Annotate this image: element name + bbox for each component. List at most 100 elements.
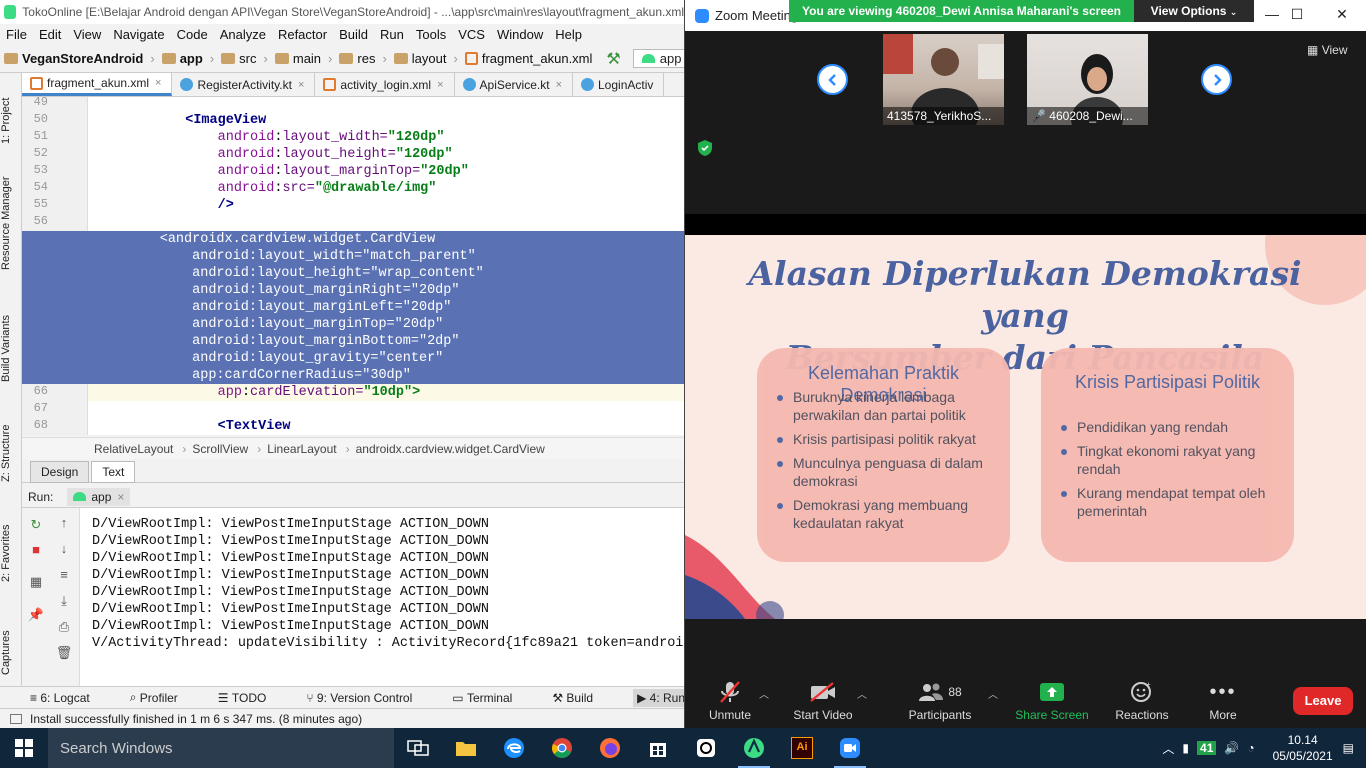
code-line[interactable]: android:layout_marginBottom="2dp" [22, 333, 684, 350]
breadcrumb-src[interactable]: src [217, 51, 260, 66]
trash-icon[interactable]: 🗑 [55, 644, 73, 662]
code-area[interactable]: <ImageView android:layout_width="120dp" … [22, 97, 684, 435]
breadcrumb-main[interactable]: main [271, 51, 325, 66]
close-icon[interactable]: × [298, 79, 304, 91]
code-line[interactable] [88, 214, 684, 231]
menu-refactor[interactable]: Refactor [272, 27, 333, 42]
menu-file[interactable]: File [0, 27, 33, 42]
tool-build-variants[interactable]: Build Variants [0, 308, 22, 388]
tab-design[interactable]: Design [30, 460, 90, 483]
tool-profiler[interactable]: ⌕ Profiler [130, 690, 198, 705]
tab-fragment-akun[interactable]: fragment_akun.xml × [22, 73, 173, 96]
rerun-icon[interactable]: ↻ [27, 516, 45, 534]
tool-project[interactable]: 1: Project [0, 81, 22, 161]
start-button[interactable] [0, 728, 48, 768]
breadcrumb-file[interactable]: fragment_akun.xml [461, 51, 597, 66]
chevron-up-icon[interactable]: ︿ [759, 686, 769, 701]
chevron-up-icon[interactable]: ︿ [857, 686, 867, 701]
breadcrumb-app[interactable]: app [158, 51, 207, 66]
edge-icon[interactable] [490, 728, 538, 768]
menu-help[interactable]: Help [549, 27, 588, 42]
scroll-to-end-icon[interactable]: ⤓ [55, 592, 73, 610]
xml-crumb-relativelayout[interactable]: RelativeLayout [94, 442, 173, 456]
close-icon[interactable]: × [437, 79, 443, 91]
code-line[interactable]: android:layout_marginTop="20dp" [88, 163, 684, 180]
menu-window[interactable]: Window [491, 27, 549, 42]
menu-analyze[interactable]: Analyze [214, 27, 272, 42]
maximize-icon[interactable]: ☐ [1287, 6, 1307, 24]
code-line[interactable] [88, 401, 684, 418]
android-studio-taskbar-icon[interactable] [730, 728, 778, 768]
run-app-tab[interactable]: app × [67, 487, 131, 506]
view-button[interactable]: ▦ View [1307, 43, 1347, 57]
menu-vcs[interactable]: VCS [452, 27, 491, 42]
reactions-button[interactable]: + Reactions [1097, 680, 1187, 722]
chevron-up-icon[interactable]: ︿ [988, 686, 998, 701]
xml-crumb-scrollview[interactable]: ScrollView [192, 442, 248, 456]
layout-icon[interactable]: ▦ [27, 573, 45, 591]
breadcrumb-layout[interactable]: layout [390, 51, 451, 66]
tool-logcat[interactable]: ≡ 6: Logcat [30, 691, 110, 705]
clock[interactable]: 10.14 05/05/2021 [1273, 732, 1333, 764]
close-icon[interactable]: × [117, 490, 124, 504]
close-icon[interactable]: × [556, 79, 562, 91]
soft-wrap-icon[interactable]: ≡ [55, 566, 73, 584]
code-line[interactable]: android:layout_marginRight="20dp" [22, 282, 684, 299]
code-line[interactable]: android:layout_height="wrap_content" [22, 265, 684, 282]
view-options-button[interactable]: View Options ⌄ [1134, 0, 1254, 22]
participant-tile[interactable]: 🎤 460208_Dewi... [1027, 34, 1148, 125]
xml-crumb-linearlayout[interactable]: LinearLayout [267, 442, 336, 456]
code-line[interactable]: app:cardElevation="10dp"> [88, 384, 684, 401]
badge-count[interactable]: 41 [1197, 741, 1217, 755]
tab-api-service[interactable]: ApiService.kt × [455, 73, 573, 96]
file-explorer-icon[interactable] [442, 728, 490, 768]
down-arrow-icon[interactable]: ↓ [55, 540, 73, 558]
code-line[interactable]: <TextView [88, 418, 684, 435]
tool-structure[interactable]: Z: Structure [0, 418, 22, 488]
stop-icon[interactable]: ■ [27, 541, 45, 559]
tool-captures[interactable]: Captures [0, 618, 22, 688]
start-video-button[interactable]: Start Video [778, 680, 868, 722]
code-line[interactable]: android:src="@drawable/img" [88, 180, 684, 197]
menu-build[interactable]: Build [333, 27, 374, 42]
code-line[interactable]: /> [88, 197, 684, 214]
minimize-icon[interactable]: — [1262, 6, 1282, 24]
code-line[interactable]: app:cardCornerRadius="30dp" [22, 367, 684, 384]
close-icon[interactable]: × [155, 77, 161, 89]
menu-view[interactable]: View [67, 27, 107, 42]
code-editor[interactable]: 4950515253545556575859606162636465666768… [22, 97, 684, 435]
illustrator-icon[interactable]: Ai [778, 728, 826, 768]
tool-favorites[interactable]: 2: Favorites [0, 518, 22, 588]
print-icon[interactable]: ⎙ [55, 618, 73, 636]
tab-login-activity[interactable]: LoginActiv [573, 73, 665, 96]
tool-version-control[interactable]: ⑂ 9: Version Control [306, 691, 432, 705]
tool-run[interactable]: ▶ 4: Run [633, 688, 684, 707]
task-view-icon[interactable] [394, 728, 442, 768]
code-line[interactable]: android:layout_width="120dp" [88, 129, 684, 146]
participants-button[interactable]: 88 Participants [895, 680, 985, 722]
code-line[interactable]: android:layout_gravity="center" [22, 350, 684, 367]
prev-page-button[interactable] [817, 64, 848, 95]
tool-resource-manager[interactable]: Resource Manager [0, 173, 22, 273]
wifi-icon[interactable]: ◔ [1247, 741, 1254, 755]
menu-tools[interactable]: Tools [410, 27, 452, 42]
close-icon[interactable]: ✕ [1332, 6, 1352, 24]
zoom-taskbar-icon[interactable] [826, 728, 874, 768]
tool-todo[interactable]: ☰ TODO [218, 691, 287, 705]
hammer-icon[interactable]: ⚒ [606, 49, 620, 69]
next-page-button[interactable] [1201, 64, 1232, 95]
up-arrow-icon[interactable]: ↑ [55, 514, 73, 532]
run-config-select[interactable]: app▼ [632, 49, 684, 68]
participant-tile[interactable]: 413578_YerikhoS... [883, 34, 1004, 125]
store-icon[interactable] [634, 728, 682, 768]
tool-terminal[interactable]: ▭ Terminal [452, 691, 532, 705]
code-line[interactable]: android:layout_width="match_parent" [22, 248, 684, 265]
code-line[interactable]: android:layout_marginTop="20dp" [22, 316, 684, 333]
menu-code[interactable]: Code [171, 27, 214, 42]
code-line[interactable]: <androidx.cardview.widget.CardView [22, 231, 684, 248]
code-line[interactable]: <ImageView [88, 112, 684, 129]
leave-button[interactable]: Leave [1293, 687, 1353, 715]
run-console[interactable]: D/ViewRootImpl: ViewPostImeInputStage AC… [80, 508, 684, 686]
network-icon[interactable]: ▮ [1182, 741, 1189, 755]
chevron-up-icon[interactable]: ︿ [1162, 740, 1174, 757]
